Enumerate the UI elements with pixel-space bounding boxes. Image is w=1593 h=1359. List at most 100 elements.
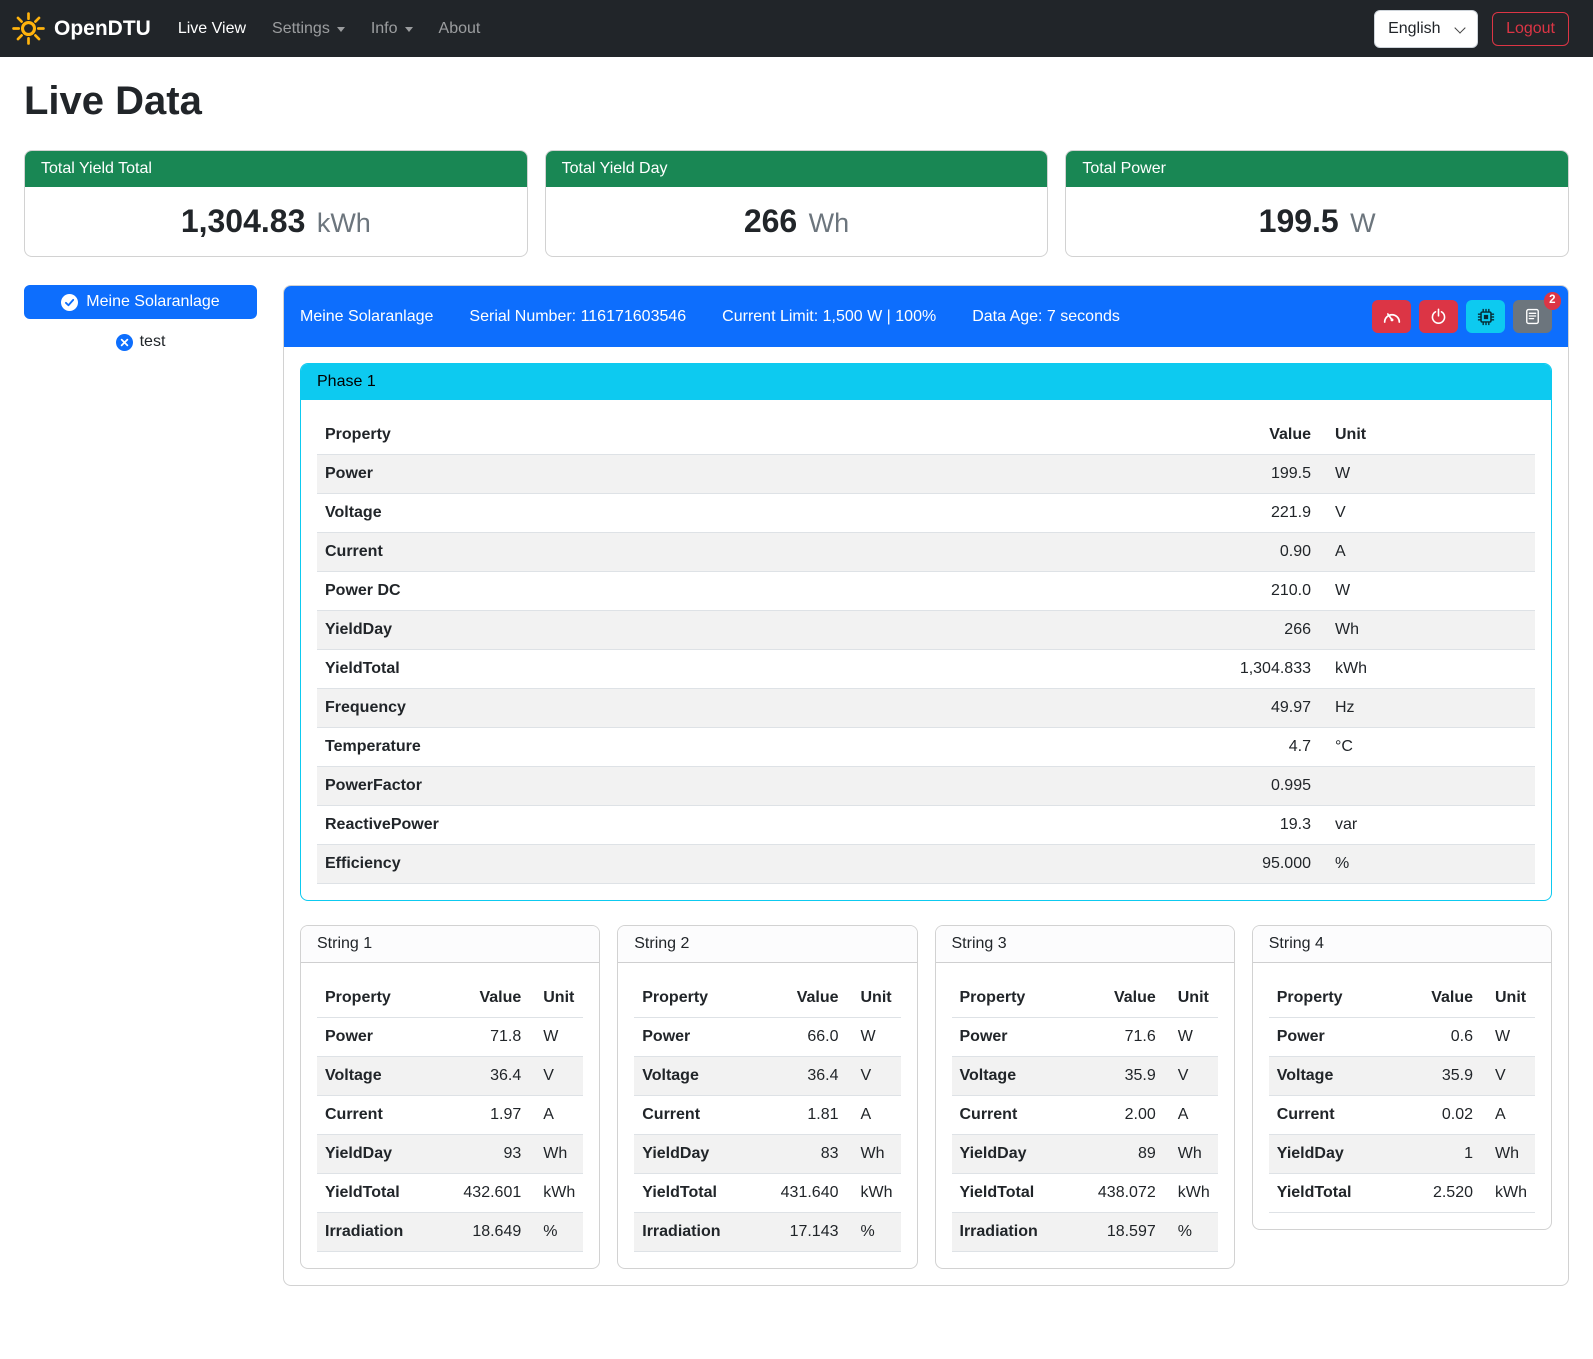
- property-cell: Power DC: [317, 572, 1179, 611]
- table-row: Power71.6W: [952, 1018, 1218, 1057]
- unit-cell: kWh: [529, 1174, 583, 1213]
- table-header-row: PropertyValueUnit: [952, 979, 1218, 1018]
- unit-cell: W: [847, 1018, 901, 1057]
- event-count-badge: 2: [1544, 292, 1561, 310]
- phase-table: PropertyValueUnitPower199.5WVoltage221.9…: [317, 416, 1535, 884]
- string-card-body: PropertyValueUnitPower0.6WVoltage35.9VCu…: [1253, 963, 1551, 1229]
- unit-cell: kWh: [847, 1174, 901, 1213]
- summary-unit: kWh: [317, 208, 371, 238]
- nav-info[interactable]: Info: [358, 12, 426, 46]
- check-circle-icon: [61, 294, 78, 311]
- unit-cell: V: [1164, 1057, 1218, 1096]
- inverter-serial: Serial Number: 116171603546: [469, 308, 686, 326]
- value-cell: 2.520: [1407, 1174, 1481, 1213]
- table-row: Power66.0W: [634, 1018, 900, 1057]
- event-log-button[interactable]: 2: [1513, 300, 1552, 333]
- table-row: Efficiency95.000%: [317, 845, 1535, 884]
- column-header-property: Property: [317, 979, 455, 1018]
- unit-cell: Wh: [1164, 1135, 1218, 1174]
- value-cell: 36.4: [455, 1057, 529, 1096]
- table-row: Power0.6W: [1269, 1018, 1535, 1057]
- property-cell: Voltage: [317, 1057, 455, 1096]
- unit-cell: °C: [1319, 728, 1535, 767]
- table-row: PowerFactor0.995: [317, 767, 1535, 806]
- value-cell: 36.4: [773, 1057, 847, 1096]
- property-cell: Current: [317, 1096, 455, 1135]
- table-header-row: PropertyValueUnit: [1269, 979, 1535, 1018]
- property-cell: ReactivePower: [317, 806, 1179, 845]
- property-cell: Voltage: [1269, 1057, 1407, 1096]
- table-row: Voltage35.9V: [1269, 1057, 1535, 1096]
- property-cell: YieldDay: [952, 1135, 1090, 1174]
- string-card-body: PropertyValueUnitPower71.8WVoltage36.4VC…: [301, 963, 599, 1268]
- value-cell: 2.00: [1090, 1096, 1164, 1135]
- property-cell: Frequency: [317, 689, 1179, 728]
- property-cell: Power: [317, 455, 1179, 494]
- x-circle-icon: [116, 334, 133, 351]
- inverter-limit: Current Limit: 1,500 W | 100%: [722, 308, 936, 326]
- inverter-button-selected[interactable]: Meine Solaranlage: [24, 285, 257, 319]
- table-row: YieldTotal1,304.833kWh: [317, 650, 1535, 689]
- summary-card-total-yield-total: Total Yield Total 1,304.83 kWh: [24, 150, 528, 257]
- logout-button[interactable]: Logout: [1492, 12, 1569, 46]
- column-header-property: Property: [634, 979, 772, 1018]
- table-row: Frequency49.97Hz: [317, 689, 1535, 728]
- nav-about[interactable]: About: [426, 12, 494, 46]
- unit-cell: W: [1319, 455, 1535, 494]
- unit-cell: V: [1481, 1057, 1535, 1096]
- unit-cell: A: [847, 1096, 901, 1135]
- main-nav: Live View Settings Info About: [165, 12, 494, 46]
- summary-value: 1,304.83: [181, 203, 306, 239]
- value-cell: 431.640: [773, 1174, 847, 1213]
- property-cell: YieldDay: [634, 1135, 772, 1174]
- column-header-value: Value: [773, 979, 847, 1018]
- table-header-row: PropertyValueUnit: [317, 979, 583, 1018]
- property-cell: PowerFactor: [317, 767, 1179, 806]
- string-table: PropertyValueUnitPower71.6WVoltage35.9VC…: [952, 979, 1218, 1252]
- unit-cell: A: [1319, 533, 1535, 572]
- brand-name: OpenDTU: [54, 17, 151, 41]
- brand[interactable]: OpenDTU: [12, 12, 151, 45]
- table-row: YieldDay89Wh: [952, 1135, 1218, 1174]
- inverter-button-label: Meine Solaranlage: [86, 293, 219, 311]
- table-row: Voltage221.9V: [317, 494, 1535, 533]
- unit-cell: V: [1319, 494, 1535, 533]
- value-cell: 1: [1407, 1135, 1481, 1174]
- inverter-button-test[interactable]: test: [24, 333, 257, 351]
- device-info-button[interactable]: [1466, 300, 1505, 333]
- unit-cell: Wh: [1481, 1135, 1535, 1174]
- table-row: YieldDay266Wh: [317, 611, 1535, 650]
- string-card-title: String 2: [618, 926, 916, 963]
- value-cell: 1.81: [773, 1096, 847, 1135]
- property-cell: Current: [952, 1096, 1090, 1135]
- limit-settings-button[interactable]: [1372, 300, 1411, 333]
- column-header-unit: Unit: [529, 979, 583, 1018]
- table-header-row: PropertyValueUnit: [317, 416, 1535, 455]
- table-row: Irradiation18.597%: [952, 1213, 1218, 1252]
- phase-card: Phase 1 PropertyValueUnitPower199.5WVolt…: [300, 363, 1552, 901]
- table-row: Current0.90A: [317, 533, 1535, 572]
- power-button[interactable]: [1419, 300, 1458, 333]
- unit-cell: W: [529, 1018, 583, 1057]
- inverter-data-age: Data Age: 7 seconds: [972, 308, 1120, 326]
- property-cell: Irradiation: [952, 1213, 1090, 1252]
- value-cell: 19.3: [1179, 806, 1319, 845]
- property-cell: YieldTotal: [317, 1174, 455, 1213]
- property-cell: Voltage: [317, 494, 1179, 533]
- value-cell: 95.000: [1179, 845, 1319, 884]
- table-row: YieldTotal432.601kWh: [317, 1174, 583, 1213]
- value-cell: 266: [1179, 611, 1319, 650]
- table-row: Power199.5W: [317, 455, 1535, 494]
- nav-settings[interactable]: Settings: [259, 12, 358, 46]
- unit-cell: Wh: [1319, 611, 1535, 650]
- language-select[interactable]: English: [1374, 10, 1478, 48]
- value-cell: 49.97: [1179, 689, 1319, 728]
- table-row: Voltage36.4V: [317, 1057, 583, 1096]
- table-row: Voltage35.9V: [952, 1057, 1218, 1096]
- summary-card-title: Total Yield Day: [546, 151, 1048, 187]
- value-cell: 199.5: [1179, 455, 1319, 494]
- table-row: Voltage36.4V: [634, 1057, 900, 1096]
- nav-live-view[interactable]: Live View: [165, 12, 259, 46]
- property-cell: Temperature: [317, 728, 1179, 767]
- nav-about-label: About: [439, 20, 481, 38]
